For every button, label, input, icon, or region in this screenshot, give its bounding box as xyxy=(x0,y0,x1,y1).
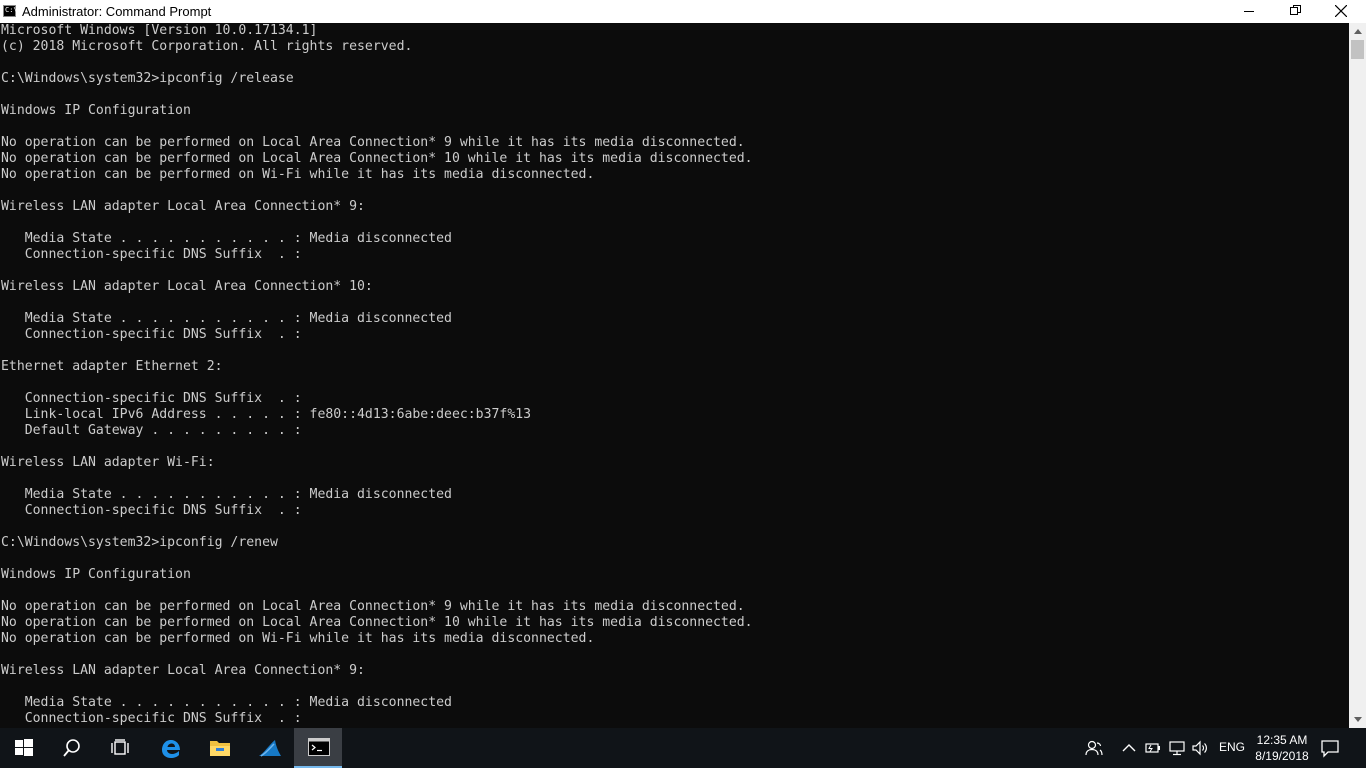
action-center-icon[interactable] xyxy=(1320,738,1340,758)
input-language-indicator[interactable]: ENG xyxy=(1219,740,1245,754)
console-line: C:\Windows\system32>ipconfig /release xyxy=(1,71,294,86)
console-line: Windows IP Configuration xyxy=(1,567,191,582)
console-line: Connection-specific DNS Suffix . : xyxy=(1,503,302,518)
console-line: Media State . . . . . . . . . . . : Medi… xyxy=(1,231,452,246)
console-line: Link-local IPv6 Address . . . . . : fe80… xyxy=(1,407,532,422)
vertical-scrollbar[interactable] xyxy=(1349,23,1366,728)
command-prompt-icon xyxy=(308,738,330,756)
clock-date: 8/19/2018 xyxy=(1255,749,1309,763)
console-line: No operation can be performed on Wi-Fi w… xyxy=(1,631,595,646)
console-line: Connection-specific DNS Suffix . : xyxy=(1,391,302,406)
wireshark-icon xyxy=(259,740,281,757)
taskbar: ENG 12:35 AM 8/19/2018 xyxy=(0,728,1366,768)
console-line: Wireless LAN adapter Local Area Connecti… xyxy=(1,663,365,678)
people-icon[interactable] xyxy=(1085,740,1103,756)
console-line: Microsoft Windows [Version 10.0.17134.1] xyxy=(1,23,318,38)
close-button[interactable] xyxy=(1318,0,1364,23)
scroll-up-button[interactable] xyxy=(1349,23,1366,40)
console-line: Media State . . . . . . . . . . . : Medi… xyxy=(1,311,452,326)
console-line: Ethernet adapter Ethernet 2: xyxy=(1,359,223,374)
console-text: Microsoft Windows [Version 10.0.17134.1]… xyxy=(0,23,1349,727)
restore-icon-front xyxy=(1290,7,1298,15)
console-line: Connection-specific DNS Suffix . : xyxy=(1,711,302,726)
volume-icon[interactable] xyxy=(1191,740,1209,756)
taskbar-app-file-explorer[interactable] xyxy=(195,728,243,768)
network-icon[interactable] xyxy=(1168,740,1186,756)
console-line: Connection-specific DNS Suffix . : xyxy=(1,327,302,342)
cmd-icon[interactable]: C:\ xyxy=(3,5,18,17)
chevron-up-icon[interactable] xyxy=(1120,740,1138,756)
console-line: Connection-specific DNS Suffix . : xyxy=(1,247,302,262)
start-icon xyxy=(15,739,33,756)
taskbar-app-command-prompt[interactable] xyxy=(294,728,342,768)
console-line: (c) 2018 Microsoft Corporation. All righ… xyxy=(1,39,413,54)
console-line: No operation can be performed on Local A… xyxy=(1,151,753,166)
window-title: Administrator: Command Prompt xyxy=(22,4,212,19)
console-output-area[interactable]: Microsoft Windows [Version 10.0.17134.1]… xyxy=(0,23,1349,728)
clock-time: 12:35 AM xyxy=(1256,733,1308,747)
console-line: Wireless LAN adapter Local Area Connecti… xyxy=(1,279,373,294)
battery-icon[interactable] xyxy=(1144,740,1162,756)
task-view-button[interactable] xyxy=(96,728,144,768)
console-line: No operation can be performed on Local A… xyxy=(1,615,753,630)
task-view-icon xyxy=(111,739,129,755)
console-line: No operation can be performed on Local A… xyxy=(1,599,745,614)
start-button[interactable] xyxy=(0,728,48,768)
title-bar[interactable]: C:\ Administrator: Command Prompt xyxy=(0,0,1366,23)
console-line: No operation can be performed on Wi-Fi w… xyxy=(1,167,595,182)
console-line: Media State . . . . . . . . . . . : Medi… xyxy=(1,695,452,710)
console-line: Windows IP Configuration xyxy=(1,103,191,118)
file-explorer-icon xyxy=(210,741,230,756)
console-line: Default Gateway . . . . . . . . . : xyxy=(1,423,302,438)
search-icon xyxy=(63,739,80,757)
scroll-thumb[interactable] xyxy=(1351,40,1364,59)
taskbar-app-wireshark[interactable] xyxy=(244,728,292,768)
console-line: Media State . . . . . . . . . . . : Medi… xyxy=(1,487,452,502)
search-button[interactable] xyxy=(48,728,96,768)
console-line: Wireless LAN adapter Wi-Fi: xyxy=(1,455,215,470)
edge-icon xyxy=(162,740,180,758)
taskbar-clock[interactable]: 12:35 AM 8/19/2018 xyxy=(1252,732,1312,764)
console-line: No operation can be performed on Local A… xyxy=(1,135,745,150)
console-line: Wireless LAN adapter Local Area Connecti… xyxy=(1,199,365,214)
cmd-icon-glyph: C:\ xyxy=(5,6,18,14)
console-line: C:\Windows\system32>ipconfig /renew xyxy=(1,535,278,550)
scroll-down-button[interactable] xyxy=(1349,711,1366,728)
taskbar-app-edge[interactable] xyxy=(146,728,194,768)
restore-button[interactable] xyxy=(1272,0,1318,23)
close-icon xyxy=(1335,5,1347,17)
minimize-button[interactable] xyxy=(1226,0,1272,23)
